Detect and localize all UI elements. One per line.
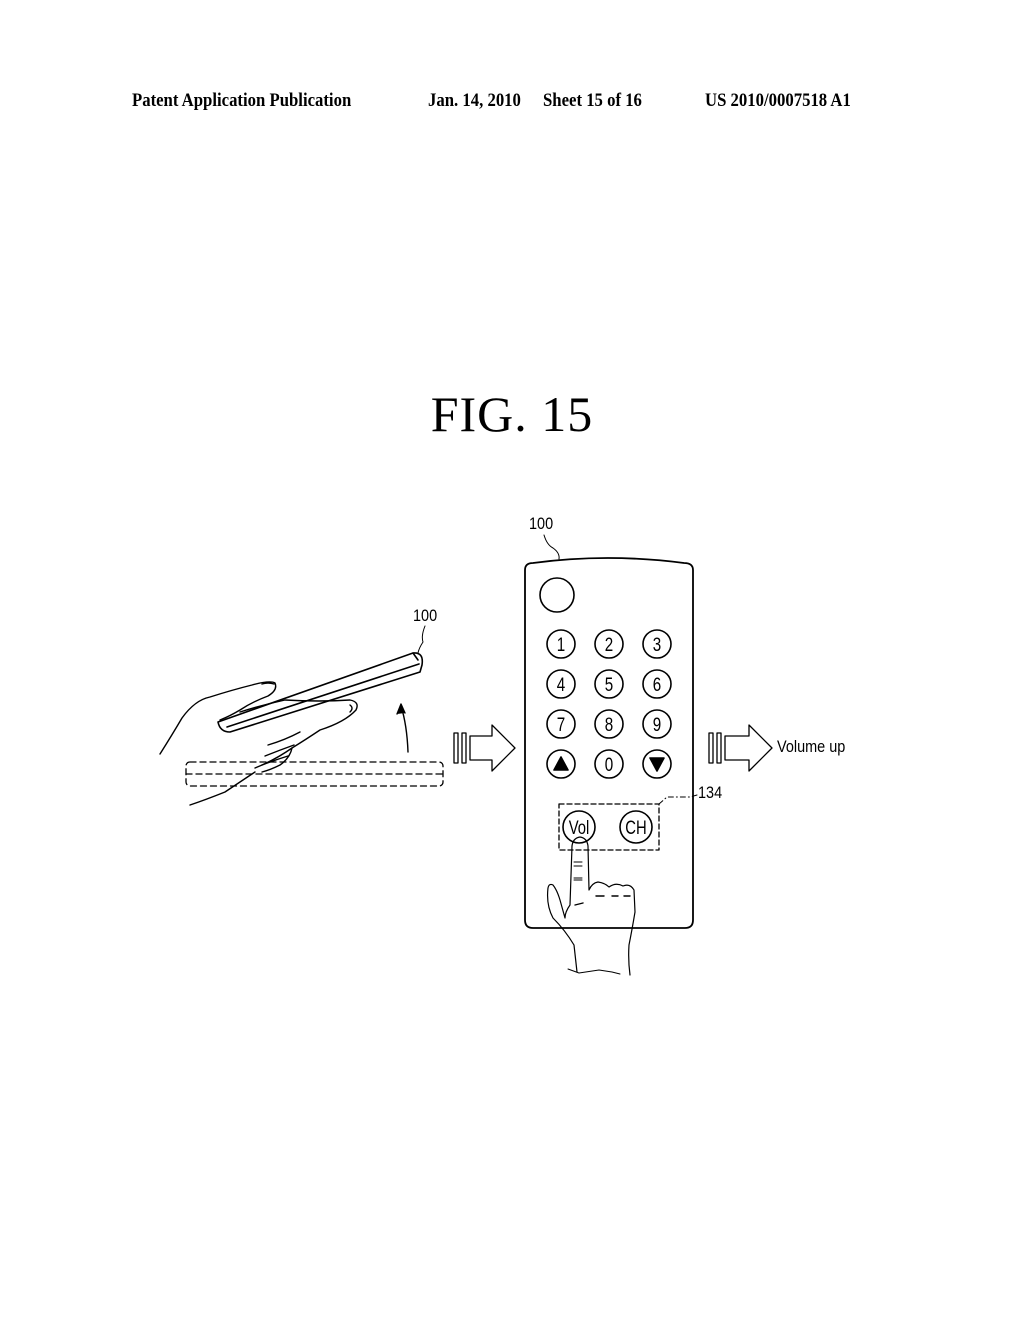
key-label: 6 (653, 673, 661, 695)
key-label: 1 (557, 633, 565, 655)
tilted-device-ref-label: 100 (413, 606, 438, 625)
key-label: 0 (605, 753, 613, 775)
remote-control (524, 557, 694, 929)
tilted-device (217, 652, 424, 733)
key-label: 8 (605, 713, 613, 735)
remote-ref-label: 100 (529, 514, 554, 533)
key-label: 2 (605, 633, 613, 655)
power-button (539, 577, 575, 613)
volume-up-label: Volume up (777, 737, 846, 756)
result-arrow-icon (708, 724, 773, 772)
touch-region-ref-label: 134 (698, 783, 723, 802)
key-label: 5 (605, 673, 613, 695)
finger-pressing-vol (546, 836, 636, 976)
key-label: 7 (557, 713, 565, 735)
transition-arrow-icon (453, 724, 516, 772)
rotation-arrow-icon (396, 703, 409, 753)
key-label: 4 (557, 673, 566, 695)
triangle-up-icon (553, 756, 569, 771)
ch-button-label: CH (625, 817, 646, 838)
key-label: 9 (653, 713, 661, 735)
device-rest-position (185, 761, 444, 787)
triangle-down-icon (649, 757, 665, 772)
keypad: 1 2 3 4 5 6 7 8 9 0 Vol CH (546, 629, 672, 844)
key-label: 3 (653, 633, 661, 655)
vol-button-label: Vol (569, 817, 590, 838)
hand-holding-device (159, 681, 358, 806)
figure-drawing: 1 2 3 4 5 6 7 8 9 0 Vol CH (159, 534, 773, 976)
